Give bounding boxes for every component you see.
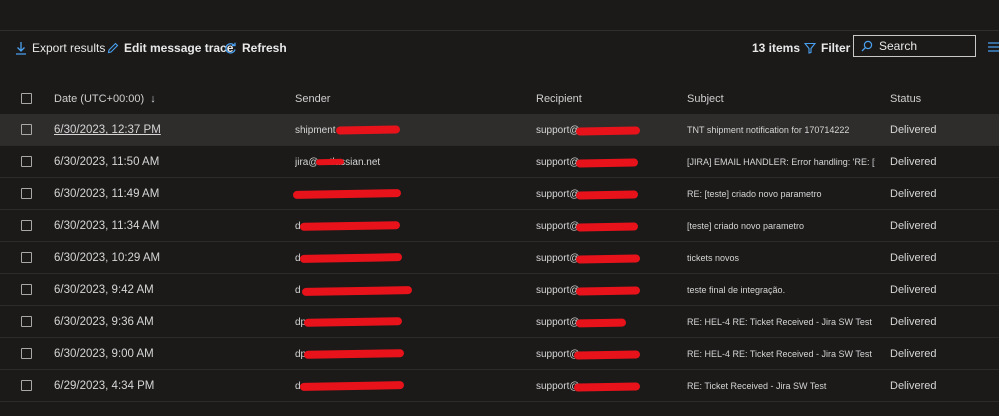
row-checkbox[interactable] [21,220,32,231]
table-row[interactable]: 6/30/2023, 9:00 AM dp support@ RE: HEL-4… [0,338,999,370]
row-subject: RE: HEL-4 RE: Ticket Received - Jira SW … [687,349,872,359]
edit-message-trace-button[interactable]: Edit message trace [107,36,233,60]
row-status: Delivered [890,124,937,136]
table-row[interactable]: 6/30/2023, 9:36 AM dp support@ RE: HEL-4… [0,306,999,338]
column-header-recipient[interactable]: Recipient [536,86,582,112]
row-date[interactable]: 6/30/2023, 9:00 AM [54,338,154,370]
sender-redaction [315,158,345,166]
row-status: Delivered [890,316,937,328]
row-checkbox[interactable] [21,316,32,327]
row-checkbox[interactable] [21,252,32,263]
table-row[interactable]: 6/30/2023, 9:42 AM d support@ teste fina… [0,274,999,306]
pencil-icon [107,42,119,54]
row-status: Delivered [890,188,937,200]
column-header-status[interactable]: Status [890,86,921,112]
funnel-icon [804,42,816,54]
edit-message-trace-label: Edit message trace [124,41,234,55]
sort-descending-icon: ↓ [150,93,156,105]
column-header-sender[interactable]: Sender [295,86,330,112]
recipient-redaction [575,222,639,232]
table-row[interactable]: 6/30/2023, 10:29 AM d support@ tickets n… [0,242,999,274]
row-status: Delivered [890,156,937,168]
row-checkbox[interactable] [21,124,32,135]
export-results-label: Export results [32,41,106,55]
recipient-redaction [575,126,641,136]
row-status: Delivered [890,252,937,264]
recipient-redaction [575,286,641,296]
filter-label: Filter [821,41,851,55]
row-status: Delivered [890,284,937,296]
filter-button[interactable]: Filter [804,36,850,60]
row-date[interactable]: 6/30/2023, 12:37 PM [54,114,161,146]
recipient-redaction [573,382,641,392]
select-all-checkbox[interactable] [21,93,32,104]
row-checkbox[interactable] [21,348,32,359]
refresh-button[interactable]: Refresh [224,36,287,60]
row-checkbox[interactable] [21,380,32,391]
table-header: Date (UTC+00:00) ↓ Sender Recipient Subj… [0,86,999,112]
table-row[interactable]: 6/30/2023, 11:50 AM jira@ .atlassian.net… [0,146,999,178]
row-checkbox[interactable] [21,188,32,199]
row-subject: [JIRA] EMAIL HANDLER: Error handling: 'R… [687,157,875,167]
column-header-subject[interactable]: Subject [687,86,724,112]
table-row[interactable]: 6/29/2023, 4:34 PM d support@ RE: Ticket… [0,370,999,402]
table-row-partial [0,402,999,416]
items-count: 13 items [752,41,801,55]
row-date[interactable]: 6/30/2023, 9:42 AM [54,274,154,306]
recipient-redaction [575,318,627,328]
search-icon [861,40,873,52]
row-subject: teste final de integração. [687,285,786,295]
export-results-button[interactable]: Export results [15,36,105,60]
row-date[interactable]: 6/30/2023, 9:36 AM [54,306,154,338]
recipient-redaction [575,254,641,264]
row-status: Delivered [890,220,937,232]
sender-redaction [335,125,401,135]
download-arrow-icon [15,41,27,55]
table-row[interactable]: 6/30/2023, 11:49 AM support@ RE: [teste]… [0,178,999,210]
row-checkbox[interactable] [21,156,32,167]
table-row[interactable]: 6/30/2023, 12:37 PM shipment support@ TN… [0,114,999,146]
table-row[interactable]: 6/30/2023, 11:34 AM d support@ [teste] c… [0,210,999,242]
row-date[interactable]: 6/30/2023, 11:49 AM [54,178,159,210]
list-icon[interactable] [987,40,999,54]
row-date[interactable]: 6/30/2023, 10:29 AM [54,242,160,274]
refresh-label: Refresh [242,41,287,55]
row-date[interactable]: 6/30/2023, 11:50 AM [54,146,159,178]
row-subject: RE: Ticket Received - Jira SW Test [687,381,827,391]
row-subject: tickets novos [687,253,740,263]
date-header-label: Date (UTC+00:00) [54,93,145,105]
row-checkbox[interactable] [21,284,32,295]
row-subject: [teste] criado novo parametro [687,221,805,231]
refresh-icon [224,42,237,55]
search-input[interactable] [879,39,969,53]
search-box[interactable] [853,35,976,57]
row-date[interactable]: 6/30/2023, 11:34 AM [54,210,159,242]
column-header-date[interactable]: Date (UTC+00:00) ↓ [54,86,156,112]
row-sender: shipment [295,124,336,136]
top-divider [0,30,999,31]
recipient-redaction [575,190,639,200]
sender-redaction [303,317,403,327]
row-subject: RE: [teste] criado novo parametro [687,189,822,199]
row-status: Delivered [890,348,937,360]
row-subject: TNT shipment notification for 170714222 [687,125,850,135]
row-subject: RE: HEL-4 RE: Ticket Received - Jira SW … [687,317,872,327]
recipient-redaction [573,350,641,360]
row-date[interactable]: 6/29/2023, 4:34 PM [54,370,154,402]
recipient-redaction [575,158,639,168]
row-status: Delivered [890,380,937,392]
